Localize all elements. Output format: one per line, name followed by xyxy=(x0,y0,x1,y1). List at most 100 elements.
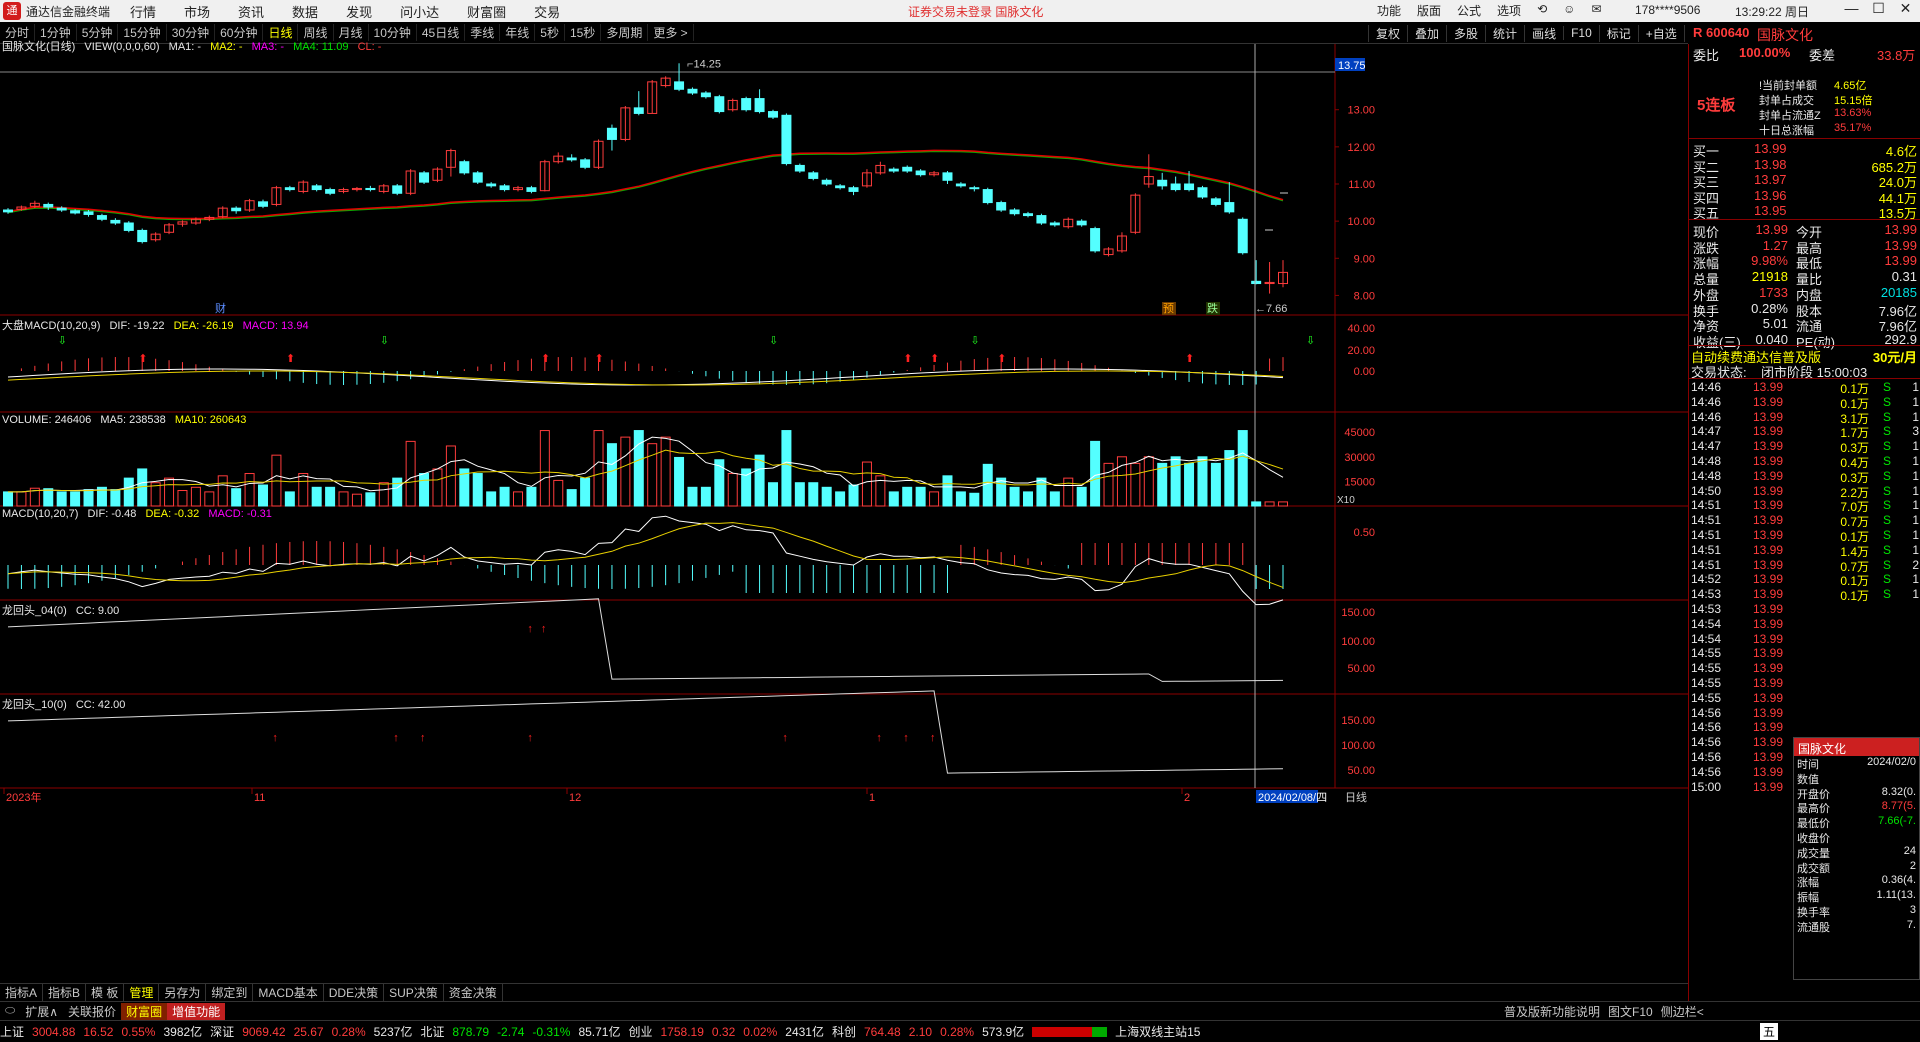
bottom-link-0[interactable]: 普及版新功能说明 xyxy=(1500,1003,1604,1020)
menu-news[interactable]: 资讯 xyxy=(238,2,264,21)
menu-layout[interactable]: 版面 xyxy=(1417,2,1441,19)
popup-row: 最高价 8.77(5. xyxy=(1794,800,1919,815)
period-14[interactable]: 15秒 xyxy=(565,24,602,41)
period-13[interactable]: 5秒 xyxy=(535,24,565,41)
tick-price: 13.99 xyxy=(1753,394,1784,409)
toolbar-button-4[interactable]: 画线 xyxy=(1524,24,1563,42)
bid-row[interactable]: 买三 13.97 24.0万 xyxy=(1689,171,1920,190)
toolbar-button-3[interactable]: 统计 xyxy=(1485,24,1524,42)
extension-tab-1[interactable]: 关联报价 xyxy=(63,1003,121,1020)
menu-formula[interactable]: 公式 xyxy=(1457,2,1481,19)
period-12[interactable]: 年线 xyxy=(500,24,536,41)
extension-tab-2[interactable]: 财富圈 xyxy=(121,1003,168,1020)
toolbar-button-5[interactable]: F10 xyxy=(1563,26,1599,40)
tick-count: 1 xyxy=(1912,483,1919,498)
popup-value: 7. xyxy=(1906,918,1916,931)
index-label[interactable]: 北证 xyxy=(420,1023,444,1040)
candle xyxy=(1049,222,1060,226)
popup-value: 7.66(-7. xyxy=(1878,815,1916,828)
event-marker-cai[interactable]: 财 xyxy=(215,301,226,315)
indicator-tab-1[interactable]: 指标B xyxy=(43,984,87,1001)
candle xyxy=(1009,209,1020,215)
period-11[interactable]: 季线 xyxy=(465,24,501,41)
tick-row: 14:55 13.99 xyxy=(1689,691,1920,706)
indicator-tab-8[interactable]: SUP决策 xyxy=(384,984,444,1001)
ime-indicator[interactable]: 五 xyxy=(1760,1023,1779,1040)
toolbar-button-2[interactable]: 多股 xyxy=(1446,24,1485,42)
indicator-tab-4[interactable]: 另存为 xyxy=(159,984,207,1001)
dragon1-arrow: ↑ xyxy=(541,623,547,635)
toolbar-button-6[interactable]: 标记 xyxy=(1598,24,1638,42)
promo-row[interactable]: 自动续费通达信普及版 30元/月 xyxy=(1689,345,1920,365)
extension-tab-0[interactable]: 扩展∧ xyxy=(20,1003,63,1020)
period-16[interactable]: 更多 > xyxy=(648,24,694,41)
bid-row[interactable]: 买二 13.98 685.2万 xyxy=(1689,156,1920,175)
close-icon[interactable]: ✕ xyxy=(1892,0,1919,17)
bottom-link-1[interactable]: 图文F10 xyxy=(1604,1003,1657,1020)
indicator-tab-3[interactable]: 管理 xyxy=(124,984,160,1001)
toggle-icon[interactable]: ⬭ xyxy=(0,1003,20,1020)
maximize-icon[interactable]: ☐ xyxy=(1865,0,1892,17)
bid-row[interactable]: 买四 13.96 44.1万 xyxy=(1689,187,1920,206)
popup-row: 成交量 24 xyxy=(1794,845,1919,860)
menu-markets[interactable]: 市场 xyxy=(184,2,210,21)
volume-axis-label: 30000 xyxy=(1344,452,1375,464)
volume-bar xyxy=(1023,491,1033,507)
menu-options[interactable]: 选项 xyxy=(1497,2,1521,19)
period-10[interactable]: 45日线 xyxy=(417,24,466,41)
volume-bar xyxy=(1157,462,1168,507)
bid-row[interactable]: 买五 13.95 13.5万 xyxy=(1689,202,1920,221)
menu-data[interactable]: 数据 xyxy=(292,2,318,21)
toolbar-button-0[interactable]: 复权 xyxy=(1368,24,1407,42)
tick-count: 1 xyxy=(1912,587,1919,602)
server-name[interactable]: 上海双线主站15 xyxy=(1115,1023,1200,1040)
index-amount: 3982亿 xyxy=(163,1025,203,1039)
index-label[interactable]: 深证 xyxy=(210,1023,234,1040)
popup-label: 成交额 xyxy=(1797,862,1830,875)
menu-discover[interactable]: 发现 xyxy=(346,2,372,21)
tick-row: 14:53 13.99 xyxy=(1689,602,1920,617)
refresh-icon[interactable]: ⟲ xyxy=(1537,2,1547,19)
mail-icon[interactable]: ✉ xyxy=(1591,2,1601,19)
event-marker-yu[interactable]: 预 xyxy=(1163,302,1174,315)
user-icon[interactable]: ☺ xyxy=(1563,2,1575,19)
dragon2-arrow: ↑ xyxy=(420,732,426,744)
popup-label: 振幅 xyxy=(1797,892,1819,905)
indicator-tab-6[interactable]: MACD基本 xyxy=(253,984,324,1001)
login-warning[interactable]: 证券交易未登录 国脉文化 xyxy=(908,3,1043,20)
toolbar-button-1[interactable]: 叠加 xyxy=(1407,24,1446,42)
index-label[interactable]: 创业 xyxy=(628,1023,652,1040)
bid-row[interactable]: 买一 13.99 4.6亿 xyxy=(1689,140,1920,159)
index-label[interactable]: 科创 xyxy=(832,1023,856,1040)
indicator-tab-7[interactable]: DDE决策 xyxy=(324,984,385,1001)
volume-bar xyxy=(606,443,617,507)
tick-count: 2 xyxy=(1912,557,1919,572)
tick-time: 14:56 xyxy=(1691,720,1722,735)
toolbar-button-7[interactable]: +自选 xyxy=(1637,24,1684,42)
indicator-tab-2[interactable]: 模 板 xyxy=(86,984,125,1001)
tick-row: 14:51 13.99 0.7万 S 2 xyxy=(1689,557,1920,574)
macd-signal-arrow: ⬆ xyxy=(138,353,147,365)
tick-row: 14:54 13.99 xyxy=(1689,617,1920,632)
dragon2-arrow: ↑ xyxy=(930,732,936,744)
macd-legend-dea: DEA: -0.32 xyxy=(145,508,200,520)
minimize-icon[interactable]: — xyxy=(1838,0,1865,17)
menu-ask[interactable]: 问小达 xyxy=(400,2,439,21)
candle xyxy=(365,187,376,191)
indicator-tab-5[interactable]: 绑定到 xyxy=(206,984,254,1001)
bottom-link-2[interactable]: 侧边栏< xyxy=(1657,1003,1708,1020)
wb-label: 委比 xyxy=(1693,48,1720,63)
candle xyxy=(419,172,430,183)
index-label[interactable]: 上证 xyxy=(0,1023,24,1040)
volume-bar xyxy=(942,475,953,507)
menu-trade[interactable]: 交易 xyxy=(534,2,560,21)
menu-wealth[interactable]: 财富圈 xyxy=(467,2,506,21)
event-marker-die[interactable]: 跌 xyxy=(1207,301,1218,315)
indicator-tab-0[interactable]: 指标A xyxy=(0,984,44,1001)
period-15[interactable]: 多周期 xyxy=(601,24,649,41)
volume-bar xyxy=(472,473,483,507)
menu-market[interactable]: 行情 xyxy=(130,2,156,21)
indicator-tab-9[interactable]: 资金决策 xyxy=(444,984,503,1001)
extension-tab-3[interactable]: 增值功能 xyxy=(167,1003,226,1020)
menu-function[interactable]: 功能 xyxy=(1377,2,1401,19)
